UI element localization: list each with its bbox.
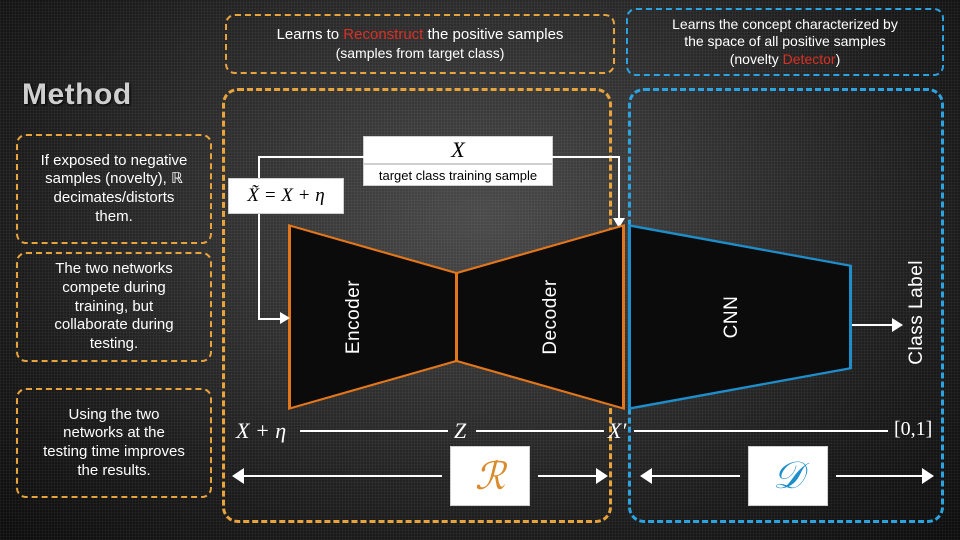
latent-connector-left [300,430,448,432]
callout-negative-samples: If exposed to negative samples (novelty)… [16,134,212,244]
reconstructed-label: X′ [608,418,627,443]
callout-concept-line2: the space of all positive samples [684,33,886,50]
callout-reconstruct-post: the positive samples [423,25,564,43]
callout-concept-line3-post: ) [835,50,841,67]
callout-testing-improves: Using the two networks at the testing ti… [16,388,212,498]
callout-testing-line-0: Using the two [68,405,160,423]
r-span-line-right [538,475,598,477]
x-right-connector [552,156,620,158]
d-span-arrow-right [922,468,934,484]
callout-reconstruct-pre: Learns to [276,25,344,43]
page-title: Method [22,78,132,111]
x-left-connector [258,156,364,158]
callout-compete-collaborate: The two networks compete during training… [16,252,212,362]
d-span-line-right [836,475,924,477]
bottom-left-label: X + η [236,418,287,443]
class-label-arrow-line [852,324,894,326]
encoder-input-arrow-line [258,318,282,320]
class-label-arrowhead [892,318,903,332]
callout-reconstruct-highlight: Reconstruct [343,25,424,43]
encoder-label: Encoder [343,279,364,355]
callout-compete-line-0: The two networks [55,260,173,278]
x-caption-box: target class training sample [363,164,553,186]
x-right-drop [618,156,620,220]
noisy-input-box: X̃ = X + η [228,178,344,214]
slide-canvas: Method Learns to Reconstruct the positiv… [0,0,960,540]
d-span-line-left [652,475,740,477]
encoder-input-arrowhead [280,312,290,324]
callout-compete-line-1: compete during [62,278,166,296]
callout-concept: Learns the concept characterized by the … [626,8,944,76]
x-caption: target class training sample [378,167,538,183]
encoder-input-drop [258,214,260,320]
decoder-label: Decoder [540,279,561,355]
r-module-box: ℛ [450,446,530,506]
callout-negative-line-0: If exposed to negative [40,151,188,169]
callout-concept-line1: Learns the concept characterized by [672,15,898,32]
output-range-label: [0,1] [894,418,933,440]
callout-reconstruct: Learns to Reconstruct the positive sampl… [225,14,615,74]
callout-reconstruct-line2: (samples from target class) [335,44,505,61]
d-module-box: 𝒟 [748,446,828,506]
r-span-line [244,475,442,477]
callout-concept-line3-pre: (novelty [729,50,783,67]
callout-testing-line-3: the results. [77,461,151,479]
latent-connector-right [476,430,604,432]
cnn-label: CNN [721,295,742,339]
callout-concept-highlight: Detector [782,50,836,67]
x-symbol-box: X [363,136,553,164]
noisy-input-label: X̃ = X + η [247,185,325,206]
r-span-arrow-left [232,468,244,484]
r-span-arrow-right [596,468,608,484]
latent-label: Z [454,418,467,443]
d-span-arrow-left [640,468,652,484]
callout-negative-line-2: decimates/distorts [53,189,175,206]
callout-testing-line-2: testing time improves [43,443,185,460]
r-module-glyph: ℛ [474,455,506,498]
class-label-text: Class Label [906,260,927,365]
callout-negative-line-1: samples (novelty), ℝ [45,170,183,188]
detector-connector [634,430,888,432]
callout-compete-line-3: collaborate during [54,316,174,334]
callout-testing-line-1: networks at the [63,424,165,442]
x-symbol: X [451,137,465,162]
callout-compete-line-2: training, but [74,297,154,315]
callout-compete-line-4: testing. [89,335,139,353]
callout-negative-line-3: them. [95,207,133,225]
d-module-glyph: 𝒟 [772,455,804,497]
